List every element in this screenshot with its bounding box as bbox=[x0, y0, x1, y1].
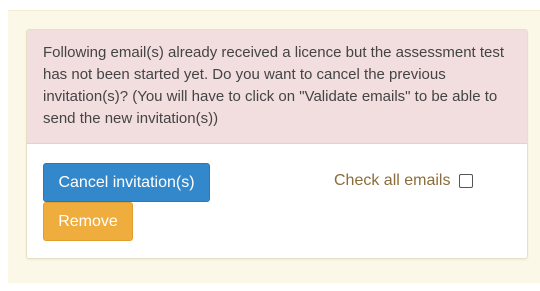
remove-label: Remove bbox=[58, 212, 118, 230]
invitation-panel: Following email(s) already received a li… bbox=[26, 29, 528, 259]
check-all-checkbox[interactable] bbox=[459, 174, 474, 188]
cancel-invitations-button[interactable]: Cancel invitation(s) bbox=[43, 163, 210, 202]
alert-message: Following email(s) already received a li… bbox=[27, 30, 527, 144]
cancel-invitations-label: Cancel invitation(s) bbox=[58, 173, 195, 191]
remove-button[interactable]: Remove bbox=[43, 202, 133, 241]
check-all-emails[interactable]: Check all emails bbox=[334, 170, 474, 192]
check-all-label: Check all emails bbox=[334, 172, 451, 189]
page-container: Following email(s) already received a li… bbox=[8, 10, 540, 283]
alert-text: Following email(s) already received a li… bbox=[43, 44, 505, 127]
